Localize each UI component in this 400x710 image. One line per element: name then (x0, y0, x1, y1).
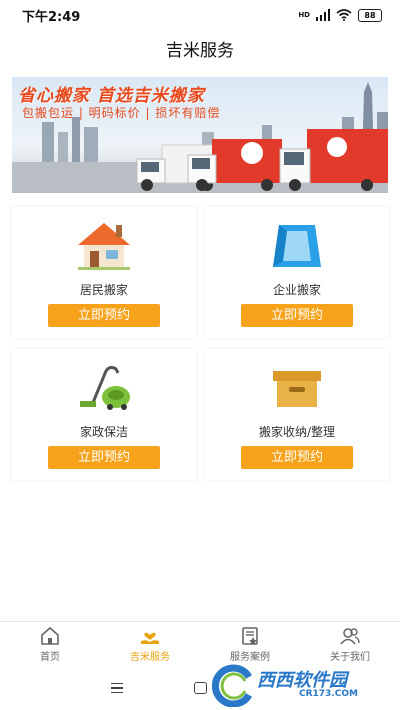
service-label: 企业搬家 (272, 283, 321, 297)
tab-label: 关于我们 (330, 652, 370, 663)
service-label: 家政保洁 (79, 425, 128, 439)
book-now-button[interactable]: 立即预约 (241, 446, 353, 469)
book-now-button[interactable]: 立即预约 (48, 446, 160, 469)
house-icon (78, 223, 130, 270)
tab-label: 吉米服务 (130, 652, 170, 663)
service-label: 居民搬家 (79, 283, 128, 297)
service-label: 搬家收纳/整理 (258, 425, 336, 439)
status-icons: HD 88 (298, 8, 382, 22)
home-icon (41, 626, 59, 645)
about-us-icon (340, 628, 360, 645)
signal-icon (316, 9, 330, 21)
book-now-button[interactable]: 立即预约 (48, 304, 160, 327)
network-hd-label: HD (298, 10, 310, 19)
battery-indicator: 88 (358, 8, 382, 22)
menu-icon[interactable] (111, 683, 123, 693)
tab-service-cases[interactable]: 服务案例 (200, 622, 300, 663)
site-watermark: 西西软件园 CR173.COM (205, 663, 395, 707)
watermark-domain: CR173.COM (299, 689, 358, 699)
storage-box-icon (273, 371, 321, 407)
banner-headline: 省心搬家 首选吉米搬家 (18, 86, 205, 106)
tab-home[interactable]: 首页 (0, 622, 100, 663)
vacuum-cleaner-icon (80, 365, 130, 410)
service-hand-icon (141, 632, 159, 644)
tab-label: 首页 (40, 652, 60, 663)
banner-tagline: 包搬包运 | 明码标价 | 损坏有赔偿 (22, 106, 221, 120)
service-card-housekeeping[interactable]: 家政保洁 立即预约 (12, 349, 196, 480)
tab-label: 服务案例 (230, 652, 270, 663)
building-icon (273, 225, 321, 267)
book-now-button[interactable]: 立即预约 (241, 304, 353, 327)
service-card-resident-moving[interactable]: 居民搬家 立即预约 (12, 207, 196, 338)
page-title: 吉米服务 (166, 40, 234, 61)
bottom-tab-bar: 首页 吉米服务 服务案例 关于我们 (0, 621, 400, 663)
promo-banner[interactable]: 省心搬家 首选吉米搬家 包搬包运 | 明码标价 | 损坏有赔偿 (12, 77, 388, 193)
status-time: 下午2:49 (22, 9, 81, 25)
tab-about-us[interactable]: 关于我们 (300, 622, 400, 663)
title-bar: 吉米服务 (0, 30, 400, 66)
case-document-icon (242, 627, 258, 645)
status-bar: 下午2:49 HD 88 (0, 0, 400, 30)
watermark-logo-icon (211, 664, 253, 707)
service-card-enterprise-moving[interactable]: 企业搬家 立即预约 (205, 207, 389, 338)
tab-jimi-services[interactable]: 吉米服务 (100, 622, 200, 663)
service-card-storage-organizing[interactable]: 搬家收纳/整理 立即预约 (205, 349, 389, 480)
wifi-icon (336, 9, 352, 21)
